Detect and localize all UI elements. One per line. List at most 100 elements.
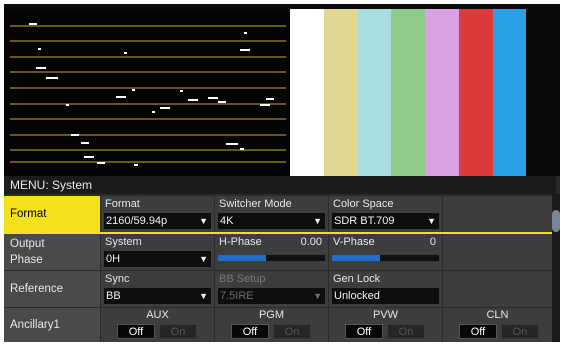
v-phase-slider[interactable] bbox=[332, 255, 439, 261]
pgm-on-button[interactable]: On bbox=[273, 324, 311, 339]
switcher-mode-select[interactable]: Switcher Mode 4K ▼ bbox=[215, 196, 328, 232]
switcher-mode-value: 4K bbox=[220, 215, 234, 227]
waveform-display bbox=[4, 9, 290, 176]
trace-segment bbox=[84, 156, 94, 158]
row-output-phase: Output Phase System 0H ▼ H-Phase 0.00 V-… bbox=[4, 234, 552, 271]
video-preview bbox=[4, 4, 560, 176]
color-bar bbox=[391, 9, 425, 176]
format-value-box[interactable]: 2160/59.94p ▼ bbox=[104, 213, 211, 229]
h-phase-control[interactable]: H-Phase 0.00 bbox=[215, 234, 328, 270]
trace-segment bbox=[132, 89, 135, 91]
trace-segment bbox=[188, 99, 198, 101]
screen: MENU: System Format Format 2160/59.94p ▼… bbox=[4, 4, 560, 342]
trace-segment bbox=[226, 143, 238, 145]
trace-segment bbox=[152, 111, 155, 113]
trace-segment bbox=[116, 96, 126, 98]
waveform-background bbox=[4, 9, 290, 176]
cln-off-button[interactable]: Off bbox=[459, 324, 497, 339]
tab-reference-label: Reference bbox=[10, 283, 64, 295]
aux-off-button[interactable]: Off bbox=[117, 324, 155, 339]
tab-format-label: Format bbox=[10, 208, 47, 220]
tab-reference[interactable]: Reference bbox=[4, 271, 100, 307]
menu-title: MENU: System bbox=[4, 176, 556, 194]
menu-scrollbar[interactable] bbox=[552, 194, 560, 342]
color-bar bbox=[492, 9, 527, 176]
chevron-down-icon: ▼ bbox=[199, 291, 208, 301]
v-phase-control[interactable]: V-Phase 0 bbox=[329, 234, 442, 270]
tab-format[interactable]: Format bbox=[4, 196, 100, 232]
h-phase-slider-fill bbox=[218, 255, 267, 261]
cln-toggle-group: CLN Off On bbox=[443, 308, 552, 342]
system-menu: MENU: System Format Format 2160/59.94p ▼… bbox=[4, 176, 560, 342]
color-space-value: SDR BT.709 bbox=[334, 215, 395, 227]
tab-ancillary1[interactable]: Ancillary1 bbox=[4, 308, 100, 342]
switcher-mode-value-box[interactable]: 4K ▼ bbox=[218, 213, 325, 229]
pgm-off-button[interactable]: Off bbox=[231, 324, 269, 339]
scrollbar-thumb[interactable] bbox=[552, 210, 560, 232]
pvw-toggle-group: PVW Off On bbox=[329, 308, 442, 342]
bb-setup-value-box: 7.5IRE ▼ bbox=[218, 288, 325, 304]
tab-output-phase[interactable]: Output Phase bbox=[4, 234, 100, 270]
system-value-box[interactable]: 0H ▼ bbox=[104, 251, 211, 267]
tab-output-phase-label-line1: Output bbox=[10, 238, 45, 250]
format-select[interactable]: Format 2160/59.94p ▼ bbox=[101, 196, 214, 232]
trace-segment bbox=[160, 107, 170, 109]
trace-segment bbox=[134, 164, 138, 166]
trace-segment bbox=[218, 101, 226, 103]
cln-on-button[interactable]: On bbox=[501, 324, 539, 339]
format-value: 2160/59.94p bbox=[106, 215, 168, 227]
trace-segment bbox=[81, 142, 89, 144]
color-bar bbox=[526, 9, 560, 176]
gen-lock-status: Gen Lock Unlocked bbox=[329, 271, 442, 307]
chevron-down-icon: ▼ bbox=[199, 216, 208, 226]
sync-value-box[interactable]: BB ▼ bbox=[104, 288, 211, 304]
pgm-label: PGM bbox=[258, 309, 285, 321]
pvw-off-button[interactable]: Off bbox=[345, 324, 383, 339]
system-select[interactable]: System 0H ▼ bbox=[101, 234, 214, 270]
chevron-down-icon: ▼ bbox=[427, 216, 436, 226]
bb-setup-value: 7.5IRE bbox=[220, 290, 254, 302]
color-bar bbox=[290, 9, 324, 176]
trace-segment bbox=[71, 134, 79, 136]
sync-select[interactable]: Sync BB ▼ bbox=[101, 271, 214, 307]
row-format: Format Format 2160/59.94p ▼ Switcher Mod… bbox=[4, 196, 552, 234]
sync-label: Sync bbox=[105, 273, 130, 285]
color-space-value-box[interactable]: SDR BT.709 ▼ bbox=[332, 213, 439, 229]
chevron-down-icon: ▼ bbox=[313, 216, 322, 226]
color-bars bbox=[290, 9, 560, 176]
trace-segment bbox=[266, 98, 274, 100]
bb-setup-select: BB Setup 7.5IRE ▼ bbox=[215, 271, 328, 307]
chevron-down-icon: ▼ bbox=[313, 291, 322, 301]
gen-lock-value: Unlocked bbox=[334, 290, 380, 302]
tab-output-phase-label-line2: Phase bbox=[10, 254, 43, 266]
trace-segment bbox=[260, 104, 270, 106]
v-phase-label: V-Phase bbox=[333, 236, 375, 248]
format-label: Format bbox=[105, 198, 140, 210]
color-space-select[interactable]: Color Space SDR BT.709 ▼ bbox=[329, 196, 442, 232]
color-space-label: Color Space bbox=[333, 198, 394, 210]
row-ancillary1: Ancillary1 AUX Off On PGM Off On PVW Off… bbox=[4, 308, 552, 342]
empty-cell bbox=[443, 271, 552, 307]
trace-segment bbox=[180, 90, 183, 92]
sync-value: BB bbox=[106, 290, 121, 302]
color-bar bbox=[425, 9, 459, 176]
gen-lock-label: Gen Lock bbox=[333, 273, 381, 285]
trace-segment bbox=[240, 148, 244, 150]
trace-segment bbox=[244, 32, 247, 34]
trace-segment bbox=[97, 162, 105, 164]
trace-segment bbox=[36, 67, 46, 69]
chevron-down-icon: ▼ bbox=[199, 254, 208, 264]
tab-ancillary1-label: Ancillary1 bbox=[10, 319, 60, 331]
trace-segment bbox=[38, 48, 41, 50]
pvw-on-button[interactable]: On bbox=[387, 324, 425, 339]
trace-segment bbox=[66, 104, 69, 106]
bb-setup-label: BB Setup bbox=[219, 273, 266, 285]
h-phase-value: 0.00 bbox=[300, 236, 322, 248]
color-bar bbox=[323, 9, 358, 176]
aux-on-button[interactable]: On bbox=[159, 324, 197, 339]
h-phase-slider[interactable] bbox=[218, 255, 325, 261]
trace-segment bbox=[29, 23, 37, 25]
row-reference: Reference Sync BB ▼ BB Setup 7.5IRE ▼ Ge… bbox=[4, 271, 552, 308]
trace-segment bbox=[124, 52, 127, 54]
v-phase-slider-fill bbox=[332, 255, 381, 261]
